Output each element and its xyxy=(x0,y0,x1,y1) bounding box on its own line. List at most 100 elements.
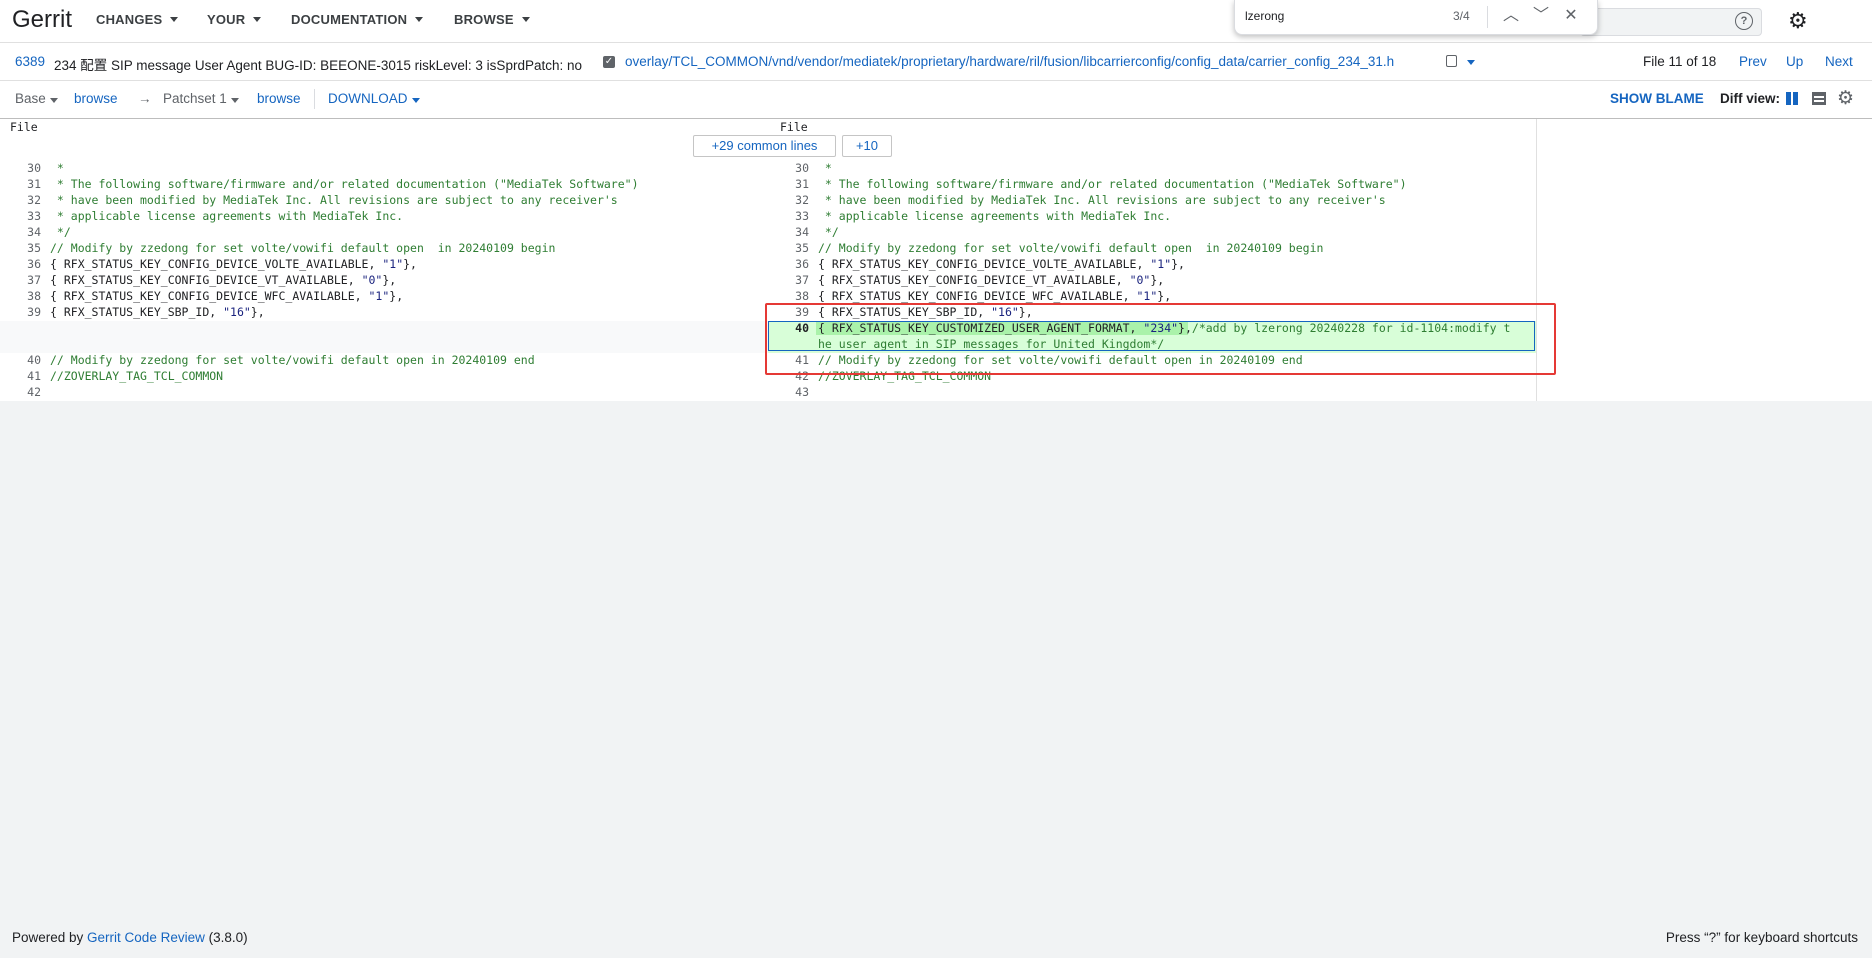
side-by-side-icon[interactable] xyxy=(1786,92,1798,105)
line-number[interactable]: 37 xyxy=(773,273,809,287)
file-label-left: File xyxy=(10,120,38,134)
code-line: { RFX_STATUS_KEY_CONFIG_DEVICE_WFC_AVAIL… xyxy=(818,289,1172,303)
line-number[interactable]: 38 xyxy=(773,289,809,303)
find-input[interactable]: lzerong xyxy=(1245,9,1284,23)
keyboard-shortcuts-hint: Press “?” for keyboard shortcuts xyxy=(1665,930,1858,945)
file-position: File 11 of 18 xyxy=(1643,54,1717,69)
change-header: 6389 234 配置 SIP message User Agent BUG-I… xyxy=(0,42,1872,81)
menu-browse[interactable]: BROWSE xyxy=(454,12,530,27)
patchset-dropdown[interactable]: Patchset 1 xyxy=(163,91,239,106)
arrow-right-icon: → xyxy=(138,91,152,106)
chevron-down-icon[interactable] xyxy=(1467,60,1475,65)
line-number[interactable]: 43 xyxy=(773,385,809,399)
help-icon[interactable]: ? xyxy=(1735,12,1753,30)
code-line: * xyxy=(50,161,64,175)
line-number[interactable]: 39 xyxy=(5,305,41,319)
code-line: * applicable license agreements with Med… xyxy=(818,209,1172,223)
empty-background xyxy=(0,401,1872,922)
code-line: * have been modified by MediaTek Inc. Al… xyxy=(50,193,618,207)
line-number[interactable]: 31 xyxy=(773,177,809,191)
code-line: { RFX_STATUS_KEY_CONFIG_DEVICE_WFC_AVAIL… xyxy=(50,289,404,303)
file-label-right: File xyxy=(780,120,808,134)
line-number[interactable]: 38 xyxy=(5,289,41,303)
close-icon[interactable]: ✕ xyxy=(1559,4,1583,28)
code-line: // Modify by zzedong for set volte/vowif… xyxy=(50,353,535,367)
divider xyxy=(314,89,315,109)
menu-documentation[interactable]: DOCUMENTATION xyxy=(291,12,424,27)
line-number[interactable]: 34 xyxy=(773,225,809,239)
line-number[interactable]: 40 xyxy=(5,353,41,367)
patchset-bar: Base browse → Patchset 1 browse DOWNLOAD… xyxy=(0,81,1872,119)
find-previous-icon[interactable]: ︿ xyxy=(1499,4,1523,28)
diff-view-label: Diff view: xyxy=(1720,91,1781,106)
line-number[interactable]: 41 xyxy=(5,369,41,383)
code-line: { RFX_STATUS_KEY_CONFIG_DEVICE_VT_AVAILA… xyxy=(50,273,397,287)
chevron-down-icon xyxy=(411,98,420,103)
code-line: // Modify by zzedong for set volte/vowif… xyxy=(818,241,1324,255)
line-number[interactable]: 30 xyxy=(773,161,809,175)
gerrit-logo[interactable]: Gerrit xyxy=(12,6,72,34)
footer: Powered by Gerrit Code Review (3.8.0) Pr… xyxy=(0,922,1872,958)
divider xyxy=(1487,6,1488,28)
line-number[interactable]: 30 xyxy=(5,161,41,175)
up-link[interactable]: Up xyxy=(1786,54,1803,69)
code-line: // Modify by zzedong for set volte/vowif… xyxy=(50,241,556,255)
expand-more-button[interactable]: +10 xyxy=(842,135,892,157)
chevron-down-icon xyxy=(49,98,58,103)
download-button[interactable]: DOWNLOAD xyxy=(328,91,420,106)
line-number[interactable]: 31 xyxy=(5,177,41,191)
code-line: * The following software/firmware and/or… xyxy=(818,177,1407,191)
line-number[interactable]: 37 xyxy=(5,273,41,287)
line-number[interactable]: 32 xyxy=(773,193,809,207)
unified-diff-icon[interactable] xyxy=(1812,92,1826,105)
chevron-down-icon xyxy=(170,17,179,22)
settings-gear-icon[interactable]: ⚙ xyxy=(1788,10,1808,32)
chevron-down-icon xyxy=(521,17,530,22)
code-line: * have been modified by MediaTek Inc. Al… xyxy=(818,193,1386,207)
change-number-link[interactable]: 6389 xyxy=(15,54,45,69)
find-next-icon[interactable]: ﹀ xyxy=(1529,4,1553,28)
code-line: */ xyxy=(818,225,839,239)
line-number[interactable]: 32 xyxy=(5,193,41,207)
code-line: { RFX_STATUS_KEY_SBP_ID, "16"}, xyxy=(50,305,265,319)
find-bar: lzerong 3/4 ︿ ﹀ ✕ xyxy=(1234,0,1598,35)
line-number[interactable]: 35 xyxy=(5,241,41,255)
gerrit-code-review-link[interactable]: Gerrit Code Review xyxy=(87,930,205,945)
line-number[interactable]: 35 xyxy=(773,241,809,255)
code-line: { RFX_STATUS_KEY_CONFIG_DEVICE_VOLTE_AVA… xyxy=(818,257,1185,271)
change-subject: 234 配置 SIP message User Agent BUG-ID: BE… xyxy=(54,58,582,73)
chevron-down-icon xyxy=(253,17,262,22)
code-line: * xyxy=(818,161,832,175)
diff-settings-gear-icon[interactable]: ⚙ xyxy=(1837,89,1854,108)
chevron-down-icon xyxy=(230,98,239,103)
prev-link[interactable]: Prev xyxy=(1739,54,1767,69)
browse-link-patchset[interactable]: browse xyxy=(257,91,301,106)
line-number[interactable]: 42 xyxy=(5,385,41,399)
file-path[interactable]: overlay/TCL_COMMON/vnd/vendor/mediatek/p… xyxy=(625,54,1394,69)
code-line: * applicable license agreements with Med… xyxy=(50,209,404,223)
browse-link-base[interactable]: browse xyxy=(74,91,118,106)
copy-icon[interactable] xyxy=(1446,55,1457,67)
base-dropdown[interactable]: Base xyxy=(15,91,58,106)
line-number[interactable]: 36 xyxy=(773,257,809,271)
line-number[interactable]: 33 xyxy=(773,209,809,223)
code-line: { RFX_STATUS_KEY_CONFIG_DEVICE_VT_AVAILA… xyxy=(818,273,1165,287)
code-line: //ZOVERLAY_TAG_TCL_COMMON xyxy=(50,369,224,383)
code-line: * The following software/firmware and/or… xyxy=(50,177,639,191)
annotation-highlight-box xyxy=(765,303,1556,375)
show-blame-button[interactable]: SHOW BLAME xyxy=(1610,91,1704,106)
blank-gap xyxy=(0,321,768,353)
powered-by: Powered by Gerrit Code Review (3.8.0) xyxy=(12,930,248,945)
line-number[interactable]: 36 xyxy=(5,257,41,271)
chevron-down-icon xyxy=(415,17,424,22)
menu-changes[interactable]: CHANGES xyxy=(96,12,179,27)
line-number[interactable]: 34 xyxy=(5,225,41,239)
code-line: { RFX_STATUS_KEY_CONFIG_DEVICE_VOLTE_AVA… xyxy=(50,257,417,271)
menu-your[interactable]: YOUR xyxy=(207,12,262,27)
find-match-count: 3/4 xyxy=(1453,9,1470,23)
reviewed-checkbox[interactable]: ✓ xyxy=(603,56,615,68)
line-number[interactable]: 33 xyxy=(5,209,41,223)
expand-common-lines-button[interactable]: +29 common lines xyxy=(693,135,836,157)
next-link[interactable]: Next xyxy=(1825,54,1853,69)
code-line: */ xyxy=(50,225,71,239)
